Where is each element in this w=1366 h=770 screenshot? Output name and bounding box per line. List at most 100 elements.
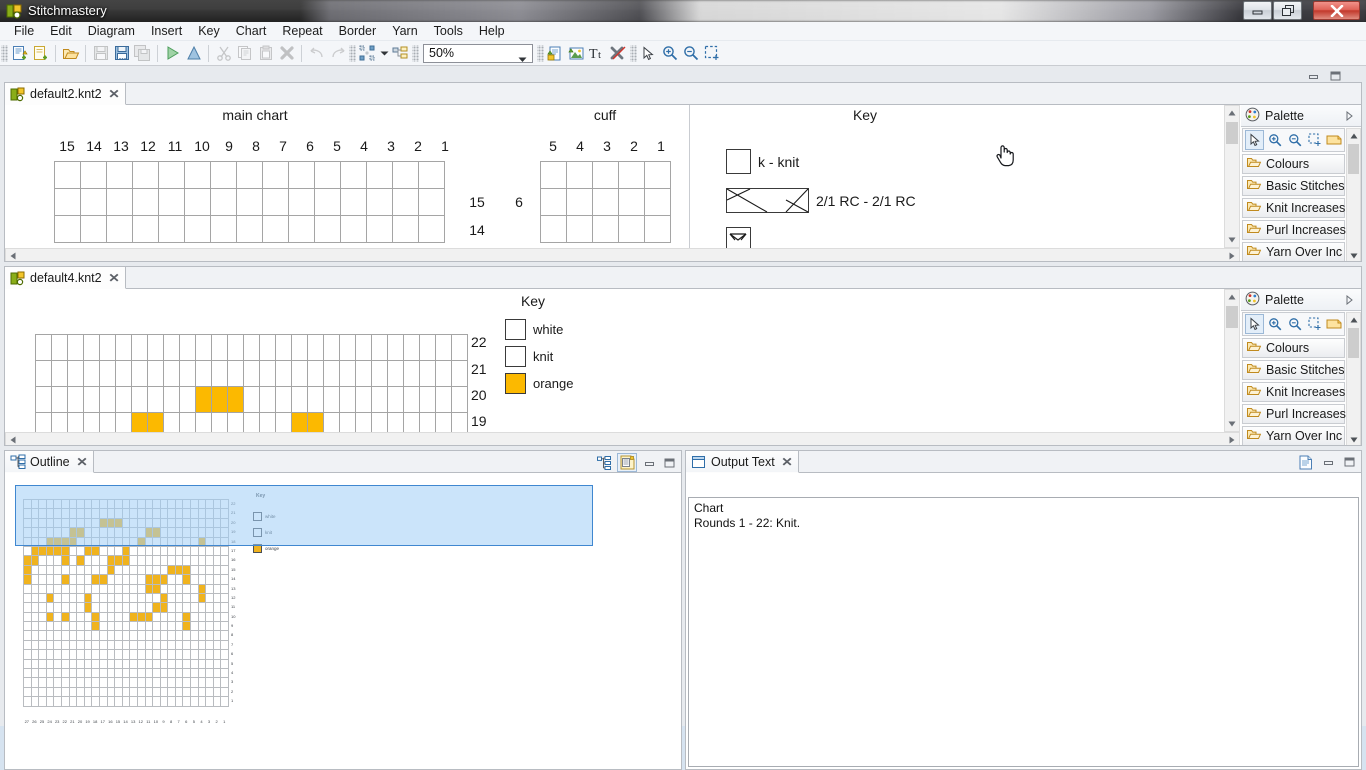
key-entry-knit[interactable]: k - knit	[726, 149, 799, 174]
chart-cell[interactable]	[24, 528, 32, 537]
chart-cell[interactable]	[55, 216, 81, 243]
chart-cell[interactable]	[206, 556, 214, 565]
chart-cell[interactable]	[211, 216, 237, 243]
chart-cell[interactable]	[206, 687, 214, 696]
chart-cell[interactable]	[54, 669, 62, 678]
chart-cell[interactable]	[69, 575, 77, 584]
chart-cell[interactable]	[191, 584, 199, 593]
chart-cell[interactable]	[54, 659, 62, 668]
chart-cell[interactable]	[160, 565, 168, 574]
chart-cell[interactable]	[68, 387, 84, 413]
chart-cell[interactable]	[99, 678, 107, 687]
chart-cell[interactable]	[54, 546, 62, 555]
palette-drawer-knit-increases[interactable]: Knit Increases	[1242, 382, 1345, 402]
chart-cell[interactable]	[52, 361, 68, 387]
chart-cell[interactable]	[221, 622, 229, 631]
chart-row[interactable]	[36, 361, 468, 387]
chart-cell[interactable]	[185, 162, 211, 189]
chart-cell[interactable]	[372, 413, 388, 433]
chart-cell[interactable]	[213, 612, 221, 621]
chart-cell[interactable]	[206, 565, 214, 574]
chart-cell[interactable]	[116, 413, 132, 433]
chart-cell[interactable]	[137, 593, 145, 602]
chart-cell[interactable]	[61, 687, 69, 696]
chart-cell[interactable]	[122, 650, 130, 659]
chart-cell[interactable]	[183, 509, 191, 518]
chart-cell[interactable]	[61, 650, 69, 659]
window-restore-button[interactable]	[1273, 1, 1302, 20]
chart-cell[interactable]	[175, 556, 183, 565]
chart-cell[interactable]	[183, 650, 191, 659]
chart-cell[interactable]	[36, 335, 52, 361]
chart-cell[interactable]	[260, 387, 276, 413]
chart-cell[interactable]	[137, 500, 145, 509]
chart-cell[interactable]	[61, 518, 69, 527]
chart-cell[interactable]	[77, 509, 85, 518]
chart-cell[interactable]	[206, 537, 214, 546]
chart-cell[interactable]	[393, 216, 419, 243]
chart-cell[interactable]	[92, 622, 100, 631]
chart-cell[interactable]	[137, 518, 145, 527]
chart-cell[interactable]	[122, 593, 130, 602]
chart-cell[interactable]	[160, 640, 168, 649]
chart-cell[interactable]	[137, 678, 145, 687]
chart-cell[interactable]	[212, 361, 228, 387]
chart-cell[interactable]	[593, 162, 619, 189]
chevron-down-icon[interactable]	[518, 52, 527, 66]
chart-cell[interactable]	[183, 584, 191, 593]
chart-cell[interactable]	[393, 162, 419, 189]
chart-cell[interactable]	[213, 687, 221, 696]
chart-cell[interactable]	[84, 593, 92, 602]
chart-cell[interactable]	[160, 697, 168, 706]
chart-cell[interactable]	[31, 687, 39, 696]
chart-cell[interactable]	[130, 556, 138, 565]
chart-cell[interactable]	[122, 631, 130, 640]
palette-drawer-basic-stitches[interactable]: Basic Stitches	[1242, 360, 1345, 380]
chart-cell[interactable]	[99, 650, 107, 659]
chart-cell[interactable]	[340, 335, 356, 361]
chart-cell[interactable]	[130, 622, 138, 631]
chart-cell[interactable]	[153, 622, 161, 631]
chart-cell[interactable]	[92, 584, 100, 593]
chart-cell[interactable]	[404, 335, 420, 361]
chart-cell[interactable]	[84, 678, 92, 687]
chart-cell[interactable]	[191, 622, 199, 631]
chart-cell[interactable]	[206, 640, 214, 649]
chart-cell[interactable]	[175, 528, 183, 537]
chart-cell[interactable]	[107, 528, 115, 537]
chart-cell[interactable]	[153, 575, 161, 584]
chart-cell[interactable]	[153, 565, 161, 574]
chart-cell[interactable]	[213, 537, 221, 546]
chart-cell[interactable]	[308, 361, 324, 387]
marquee-zoom-icon[interactable]	[701, 43, 722, 64]
chart-cell[interactable]	[54, 678, 62, 687]
menu-tools[interactable]: Tools	[426, 22, 471, 41]
chart-cell[interactable]	[420, 413, 436, 433]
note-icon[interactable]	[1325, 314, 1344, 334]
chart-cell[interactable]	[198, 678, 206, 687]
chart-cell[interactable]	[54, 509, 62, 518]
chart-cell[interactable]	[145, 593, 153, 602]
layout-dropdown-arrow[interactable]	[378, 43, 390, 64]
chart-cell[interactable]	[221, 659, 229, 668]
close-icon[interactable]: ✕	[108, 87, 120, 101]
chart-cell[interactable]	[99, 640, 107, 649]
chart-cell[interactable]	[145, 528, 153, 537]
chart-cell[interactable]	[153, 528, 161, 537]
chart-row[interactable]	[36, 335, 468, 361]
chart-cell[interactable]	[213, 593, 221, 602]
chart-cell[interactable]	[116, 335, 132, 361]
chart-cell[interactable]	[168, 640, 176, 649]
page-overview-icon[interactable]	[617, 453, 637, 472]
chart-cell[interactable]	[46, 575, 54, 584]
new-chart-icon[interactable]	[9, 43, 30, 64]
chart-cell[interactable]	[436, 335, 452, 361]
default4-chart-grid[interactable]	[35, 334, 468, 432]
chart-cell[interactable]	[84, 546, 92, 555]
chart-cell[interactable]	[55, 189, 81, 216]
chart-cell[interactable]	[130, 537, 138, 546]
chart-cell[interactable]	[160, 687, 168, 696]
chart-cell[interactable]	[92, 528, 100, 537]
chart-cell[interactable]	[153, 659, 161, 668]
chart-cell[interactable]	[191, 565, 199, 574]
